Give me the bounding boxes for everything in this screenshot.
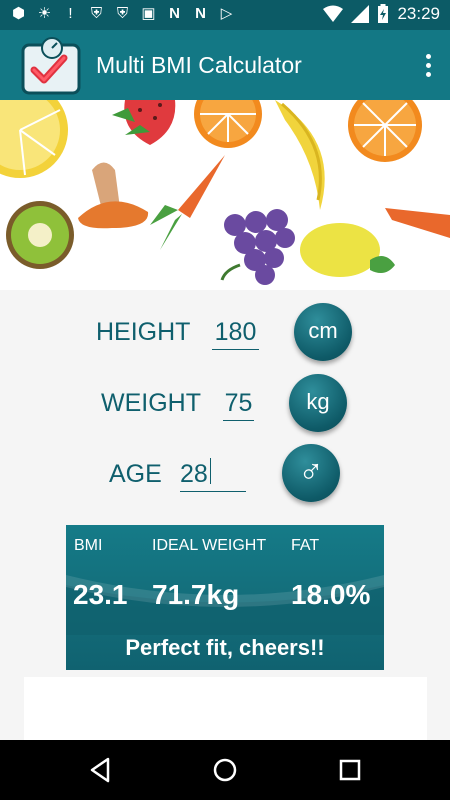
- ideal-weight-value: 71.7kg: [152, 579, 240, 610]
- fat-label: FAT: [291, 537, 320, 554]
- wifi-icon: [323, 5, 344, 22]
- shield-icon: ⛨: [116, 5, 129, 22]
- app-title: Multi BMI Calculator: [96, 52, 302, 78]
- height-label: HEIGHT: [96, 318, 191, 346]
- fruit-illustration: [0, 100, 450, 285]
- fat-value: 18.0%: [291, 579, 371, 610]
- app-logo-icon: [21, 37, 81, 95]
- height-input[interactable]: 180: [212, 318, 259, 350]
- lightbulb-icon: ☀: [37, 5, 52, 22]
- notification-icon: ⬢: [11, 5, 26, 22]
- fruit-banner-image: [0, 100, 450, 290]
- weight-unit-button[interactable]: kg: [289, 374, 347, 432]
- ad-banner-area: [24, 677, 427, 740]
- weight-label: WEIGHT: [101, 389, 201, 417]
- height-unit-button[interactable]: cm: [294, 303, 352, 361]
- exclamation-icon: !: [68, 5, 73, 22]
- weight-input[interactable]: 75: [223, 389, 254, 421]
- back-icon[interactable]: [86, 755, 116, 785]
- results-panel: BMI IDEAL WEIGHT FAT 23.1 71.7kg 18.0% P…: [66, 525, 384, 670]
- age-input[interactable]: 28: [180, 460, 246, 492]
- result-message: Perfect fit, cheers!!: [125, 635, 325, 660]
- bmi-label: BMI: [74, 537, 103, 554]
- battery-charging-icon: [378, 4, 389, 23]
- text-cursor: [210, 458, 211, 484]
- bmi-value: 23.1: [73, 579, 128, 610]
- shield-icon: ⛨: [90, 5, 103, 22]
- ideal-weight-label: IDEAL WEIGHT: [152, 537, 267, 554]
- image-icon: ▣: [141, 5, 156, 22]
- overflow-menu-icon[interactable]: [418, 52, 438, 80]
- signal-icon: [351, 5, 370, 23]
- home-icon[interactable]: [210, 755, 240, 785]
- gender-toggle-button[interactable]: ♂: [282, 444, 340, 502]
- recents-icon[interactable]: [335, 755, 365, 785]
- notification-icons: ⬢ ☀ ! ⛨ ⛨ ▣ N N ▷: [10, 5, 235, 23]
- status-bar: ⬢ ☀ ! ⛨ ⛨ ▣ N N ▷ 23:29: [0, 0, 450, 30]
- system-status: 23:29: [323, 4, 440, 24]
- navigation-bar: [0, 740, 450, 800]
- n-icon: N: [169, 5, 180, 22]
- age-label: AGE: [109, 460, 162, 488]
- n-icon: N: [195, 5, 206, 22]
- play-store-icon: ▷: [220, 5, 233, 22]
- clock: 23:29: [397, 4, 440, 23]
- app-toolbar: Multi BMI Calculator: [0, 30, 450, 100]
- male-icon: ♂: [298, 453, 324, 491]
